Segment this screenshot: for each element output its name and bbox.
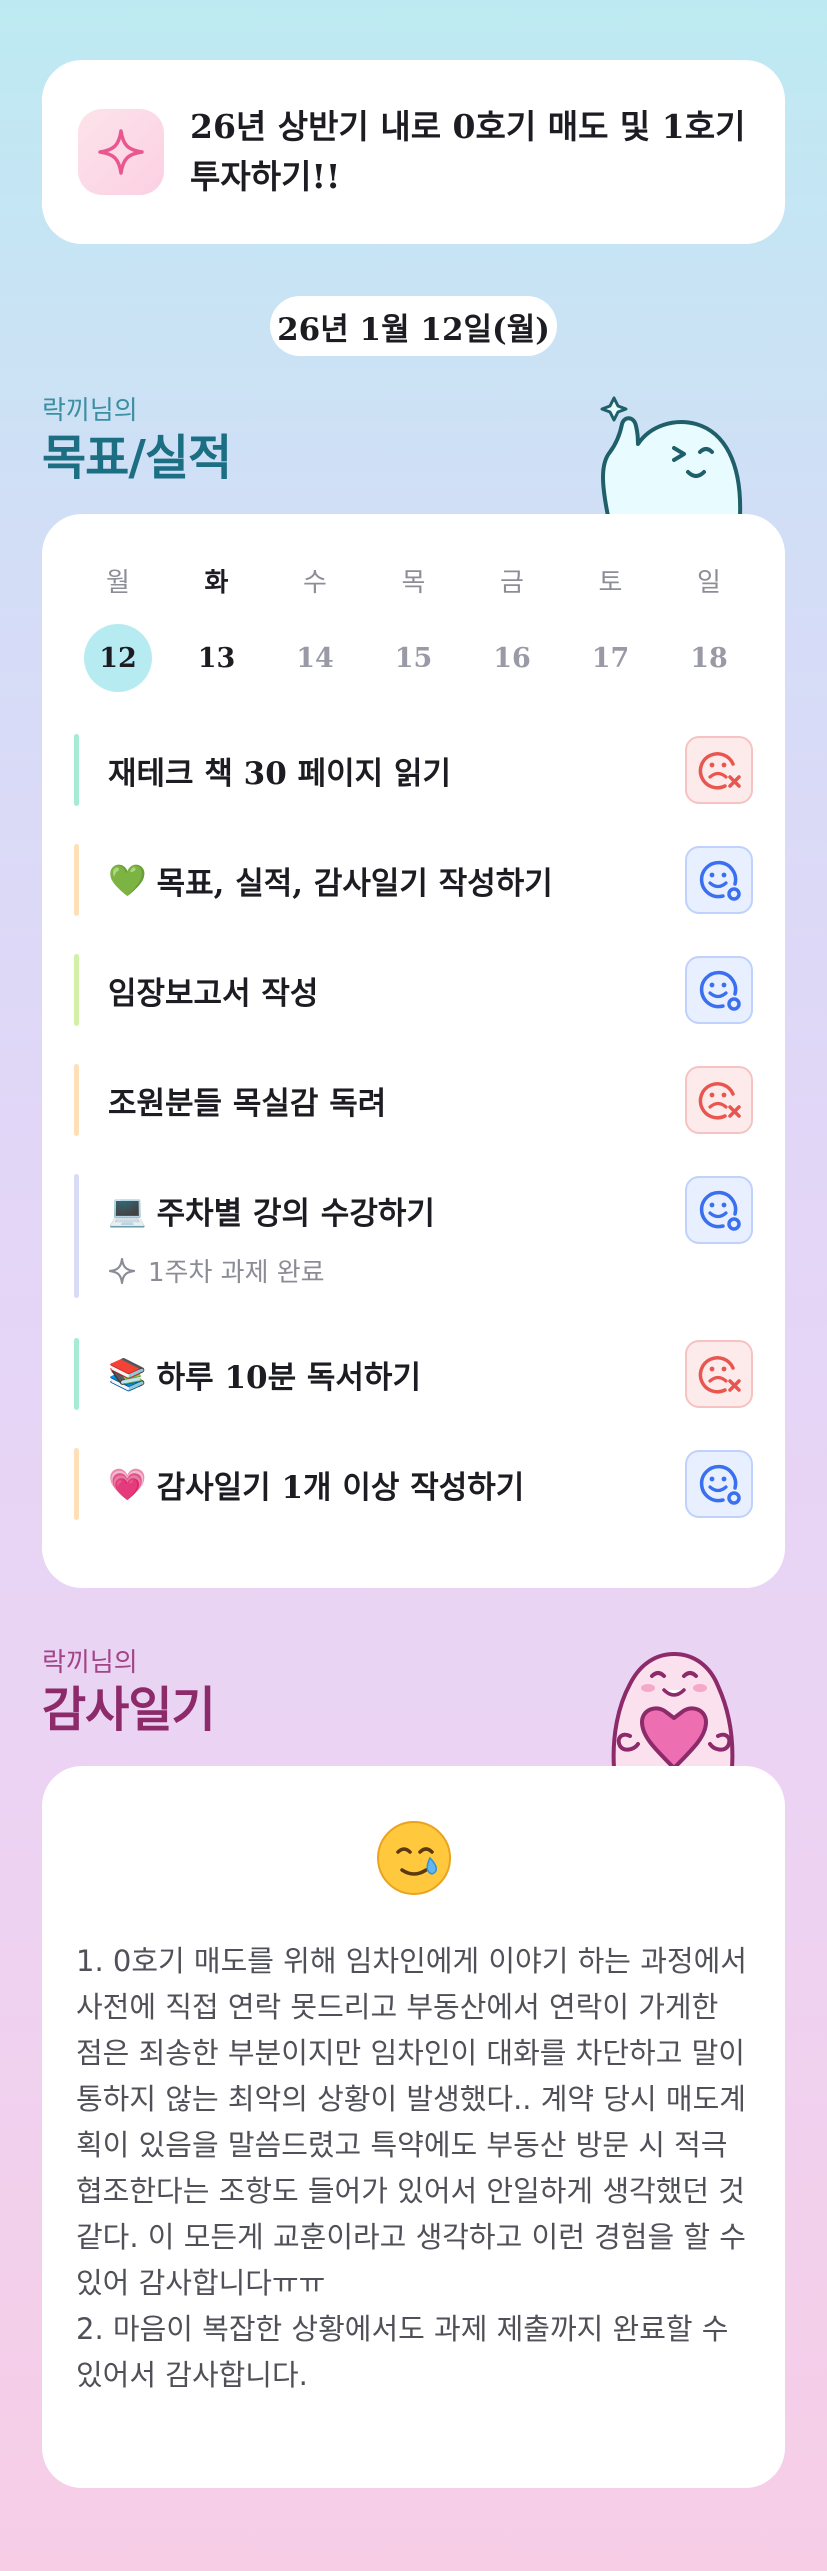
mascot-thumbs-up-illustration [596, 386, 746, 518]
day[interactable]: 14 [281, 624, 349, 692]
goal-item: 재테크 책 30 페이지 읽기 [74, 734, 753, 806]
goal-label: 📚 하루 10분 독서하기 [108, 1356, 421, 1396]
green-heart-icon: 💚 [108, 862, 147, 899]
goal-color-bar [74, 734, 79, 806]
weekday-label: 월 [106, 568, 130, 598]
day[interactable]: 17 [577, 624, 645, 692]
goal-label: 💚 목표, 실적, 감사일기 작성하기 [108, 862, 553, 902]
books-icon: 📚 [108, 1356, 147, 1393]
goal-item: 조원분들 목실감 독려 [74, 1064, 753, 1136]
goal-color-bar [74, 1064, 79, 1136]
smile-face-check-icon [699, 970, 741, 1011]
goal-color-bar [74, 844, 79, 916]
goal-sub-note: 1주차 과제 완료 [108, 1252, 325, 1289]
smile-face-check-icon [699, 1464, 741, 1505]
status-fail-button[interactable] [685, 1066, 753, 1134]
day[interactable]: 15 [380, 624, 448, 692]
goal-label: 조원분들 목실감 독려 [108, 1085, 387, 1122]
weekday-label: 화 [204, 568, 229, 598]
day-row: 12 13 14 15 16 17 18 [84, 624, 743, 692]
goal-item: 💗 감사일기 1개 이상 작성하기 [74, 1448, 753, 1520]
day-selected[interactable]: 12 [84, 624, 152, 692]
mascot-heart-illustration [594, 1636, 754, 1770]
goal-text: 26년 상반기 내로 0호기 매도 및 1호기 투자하기!! [190, 107, 746, 196]
goal-color-bar [74, 1448, 79, 1520]
goal-label: 💻 주차별 강의 수강하기 [108, 1192, 435, 1232]
weekday-row: 월 화 수 목 금 토 일 [84, 562, 743, 599]
tearful-smile-icon [42, 1818, 785, 1898]
goal-card: 26년 상반기 내로 0호기 매도 및 1호기 투자하기!! [42, 60, 785, 244]
gratitude-text: 1. 0호기 매도를 위해 임차인에게 이야기 하는 과정에서 사전에 직접 연… [76, 1944, 747, 2392]
sparkle-outline-icon [108, 1257, 136, 1284]
weekday-label: 목 [401, 568, 426, 598]
day[interactable]: 18 [675, 624, 743, 692]
date-pill[interactable]: 26년 1월 12일(월) [270, 296, 557, 356]
weekday-label: 일 [697, 568, 721, 598]
smile-face-check-icon [699, 860, 741, 901]
sad-face-x-icon [698, 1356, 741, 1394]
smile-face-check-icon [699, 1190, 741, 1231]
status-fail-button[interactable] [685, 736, 753, 804]
status-done-button[interactable] [685, 846, 753, 914]
weekday-label: 금 [500, 568, 524, 598]
pink-heart-icon: 💗 [108, 1466, 147, 1503]
sparkle-icon [78, 109, 164, 195]
goal-item: 💚 목표, 실적, 감사일기 작성하기 [74, 844, 753, 916]
goal-color-bar [74, 954, 79, 1026]
goal-label: 💗 감사일기 1개 이상 작성하기 [108, 1466, 525, 1506]
weekday-label: 수 [303, 568, 327, 598]
goal-item: 임장보고서 작성 [74, 954, 753, 1026]
goal-label: 임장보고서 작성 [108, 975, 319, 1012]
day[interactable]: 16 [478, 624, 546, 692]
goals-section-title: 목표/실적 [42, 430, 232, 486]
sad-face-x-icon [698, 1082, 741, 1120]
laptop-icon: 💻 [108, 1192, 147, 1229]
status-fail-button[interactable] [685, 1340, 753, 1408]
sad-face-x-icon [698, 752, 741, 790]
status-done-button[interactable] [685, 1176, 753, 1244]
goal-color-bar [74, 1174, 79, 1298]
status-done-button[interactable] [685, 956, 753, 1024]
gratitude-section-title: 감사일기 [42, 1682, 216, 1738]
weekday-label: 토 [598, 568, 623, 598]
goals-card: 월 화 수 목 금 토 일 12 13 14 15 16 17 18 재테크 책… [42, 514, 785, 1588]
goal-item: 💻 주차별 강의 수강하기 1주차 과제 완료 [74, 1174, 753, 1298]
goal-color-bar [74, 1338, 79, 1410]
status-done-button[interactable] [685, 1450, 753, 1518]
gratitude-card: 1. 0호기 매도를 위해 임차인에게 이야기 하는 과정에서 사전에 직접 연… [42, 1766, 785, 2488]
goal-label: 재테크 책 30 페이지 읽기 [108, 755, 451, 792]
day[interactable]: 13 [183, 624, 251, 692]
goal-item: 📚 하루 10분 독서하기 [74, 1338, 753, 1410]
